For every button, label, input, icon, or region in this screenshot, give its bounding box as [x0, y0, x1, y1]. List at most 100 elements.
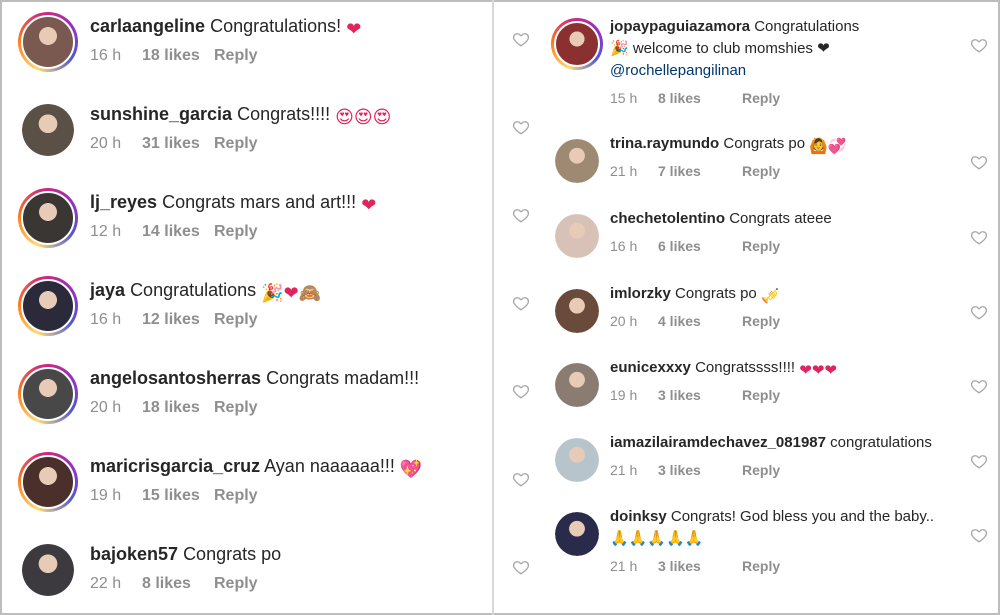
comment-username[interactable]: angelosantosherras	[90, 368, 261, 388]
comment-username[interactable]: doinksy	[610, 508, 667, 525]
likes-count[interactable]: 7 likes	[658, 163, 742, 179]
avatar[interactable]	[555, 363, 599, 407]
avatar[interactable]	[18, 452, 78, 512]
comment-text: eunicexxxy Congratssss!!!! ❤❤❤	[610, 357, 970, 382]
avatar[interactable]	[18, 364, 78, 424]
reply-button[interactable]: Reply	[742, 387, 780, 403]
likes-count[interactable]: 18 likes	[142, 399, 214, 417]
comment-body: congratulations	[830, 434, 932, 451]
likes-count[interactable]: 12 likes	[142, 311, 214, 329]
like-heart-icon[interactable]	[970, 303, 988, 321]
profile-photo	[554, 21, 600, 67]
comment-timestamp: 19 h	[90, 487, 122, 504]
profile-photo	[555, 289, 599, 333]
comment-username[interactable]: carlaangeline	[90, 16, 205, 36]
avatar[interactable]	[555, 214, 599, 258]
comment-body: Congrats madam!!!	[266, 368, 420, 388]
likes-count[interactable]: 3 likes	[658, 558, 742, 574]
comment-emoji: ❤	[361, 195, 377, 215]
comment-body: Congrats ateee	[729, 210, 832, 227]
avatar[interactable]	[22, 104, 74, 156]
comment-username[interactable]: trina.raymundo	[610, 135, 719, 152]
reply-button[interactable]: Reply	[742, 462, 780, 478]
likes-count[interactable]: 3 likes	[658, 387, 742, 403]
comment-username[interactable]: lj_reyes	[90, 192, 157, 212]
reply-button[interactable]: Reply	[214, 47, 258, 65]
comment-username[interactable]: bajoken57	[90, 544, 178, 564]
like-heart-icon[interactable]	[512, 294, 530, 312]
reply-button[interactable]: Reply	[214, 399, 258, 417]
reply-button[interactable]: Reply	[214, 575, 258, 593]
likes-count[interactable]: 15 likes	[142, 487, 214, 505]
like-heart-icon[interactable]	[970, 377, 988, 395]
comment-body: Congratssss!!!!	[695, 359, 796, 376]
comment-meta: 20 h 4 likes Reply	[610, 313, 780, 329]
reply-button[interactable]: Reply	[742, 163, 780, 179]
avatar[interactable]	[18, 188, 78, 248]
profile-photo	[555, 512, 599, 556]
likes-count[interactable]: 18 likes	[142, 47, 214, 65]
comment-text: sunshine_garcia Congrats!!!! 😍😍😍	[90, 103, 490, 128]
comment-username[interactable]: imlorzky	[610, 285, 671, 302]
likes-count[interactable]: 14 likes	[142, 223, 214, 241]
comment-username[interactable]: jaya	[90, 280, 125, 300]
avatar[interactable]	[555, 512, 599, 556]
comment-username[interactable]: jopaypaguiazamora	[610, 18, 750, 35]
comment-body: Congratulations	[754, 18, 860, 35]
avatar[interactable]	[551, 18, 603, 70]
profile-photo	[555, 139, 599, 183]
like-heart-icon[interactable]	[970, 228, 988, 246]
comment-meta: 21 h 7 likes Reply	[610, 163, 780, 179]
likes-count[interactable]: 8 likes	[658, 90, 742, 106]
comment-username[interactable]: chechetolentino	[610, 210, 725, 227]
like-heart-icon[interactable]	[512, 206, 530, 224]
reply-button[interactable]: Reply	[742, 238, 780, 254]
comment-username[interactable]: maricrisgarcia_cruz	[90, 456, 260, 476]
avatar[interactable]	[555, 139, 599, 183]
reply-button[interactable]: Reply	[742, 90, 780, 106]
likes-count[interactable]: 3 likes	[658, 462, 742, 478]
likes-count[interactable]: 31 likes	[142, 135, 214, 153]
comment-timestamp: 16 h	[610, 238, 638, 254]
avatar[interactable]	[18, 12, 78, 72]
avatar[interactable]	[22, 544, 74, 596]
reply-button[interactable]: Reply	[214, 223, 258, 241]
reply-button[interactable]: Reply	[214, 311, 258, 329]
avatar[interactable]	[555, 289, 599, 333]
comment-text: iamazilairamdechavez_081987 congratulati…	[610, 432, 970, 454]
likes-count[interactable]: 4 likes	[658, 313, 742, 329]
avatar[interactable]	[555, 438, 599, 482]
avatar[interactable]	[18, 276, 78, 336]
profile-photo	[555, 214, 599, 258]
comment-emoji: 💖	[399, 459, 423, 479]
like-heart-icon[interactable]	[970, 526, 988, 544]
like-heart-icon[interactable]	[512, 382, 530, 400]
reply-button[interactable]: Reply	[214, 135, 258, 153]
comment-text: imlorzky Congrats po 🎺	[610, 283, 970, 308]
reply-button[interactable]: Reply	[742, 313, 780, 329]
comment-meta: 16 h 18 likes Reply	[90, 47, 258, 65]
like-heart-icon[interactable]	[512, 558, 530, 576]
like-heart-icon[interactable]	[512, 30, 530, 48]
likes-count[interactable]: 6 likes	[658, 238, 742, 254]
like-heart-icon[interactable]	[512, 118, 530, 136]
comment-timestamp: 20 h	[90, 399, 122, 416]
comment-body: Congrats! God bless you and the baby..	[670, 508, 935, 525]
like-heart-icon[interactable]	[970, 452, 988, 470]
comment-text: doinksy Congrats! God bless you and the …	[610, 506, 970, 550]
like-heart-icon[interactable]	[970, 36, 988, 54]
comment-username[interactable]: sunshine_garcia	[90, 104, 232, 124]
mention-link[interactable]: @rochellepangilinan	[610, 62, 746, 79]
comment-username[interactable]: eunicexxxy	[610, 359, 691, 376]
comment-timestamp: 21 h	[610, 558, 638, 574]
reply-button[interactable]: Reply	[742, 558, 780, 574]
like-heart-icon[interactable]	[970, 153, 988, 171]
comment-text: carlaangeline Congratulations! ❤	[90, 15, 490, 40]
likes-count[interactable]: 8 likes	[142, 575, 214, 593]
reply-button[interactable]: Reply	[214, 487, 258, 505]
comment-meta: 19 h 3 likes Reply	[610, 387, 780, 403]
comment-text: chechetolentino Congrats ateee	[610, 208, 970, 230]
profile-photo	[555, 363, 599, 407]
comment-username[interactable]: iamazilairamdechavez_081987	[610, 434, 826, 451]
like-heart-icon[interactable]	[512, 470, 530, 488]
